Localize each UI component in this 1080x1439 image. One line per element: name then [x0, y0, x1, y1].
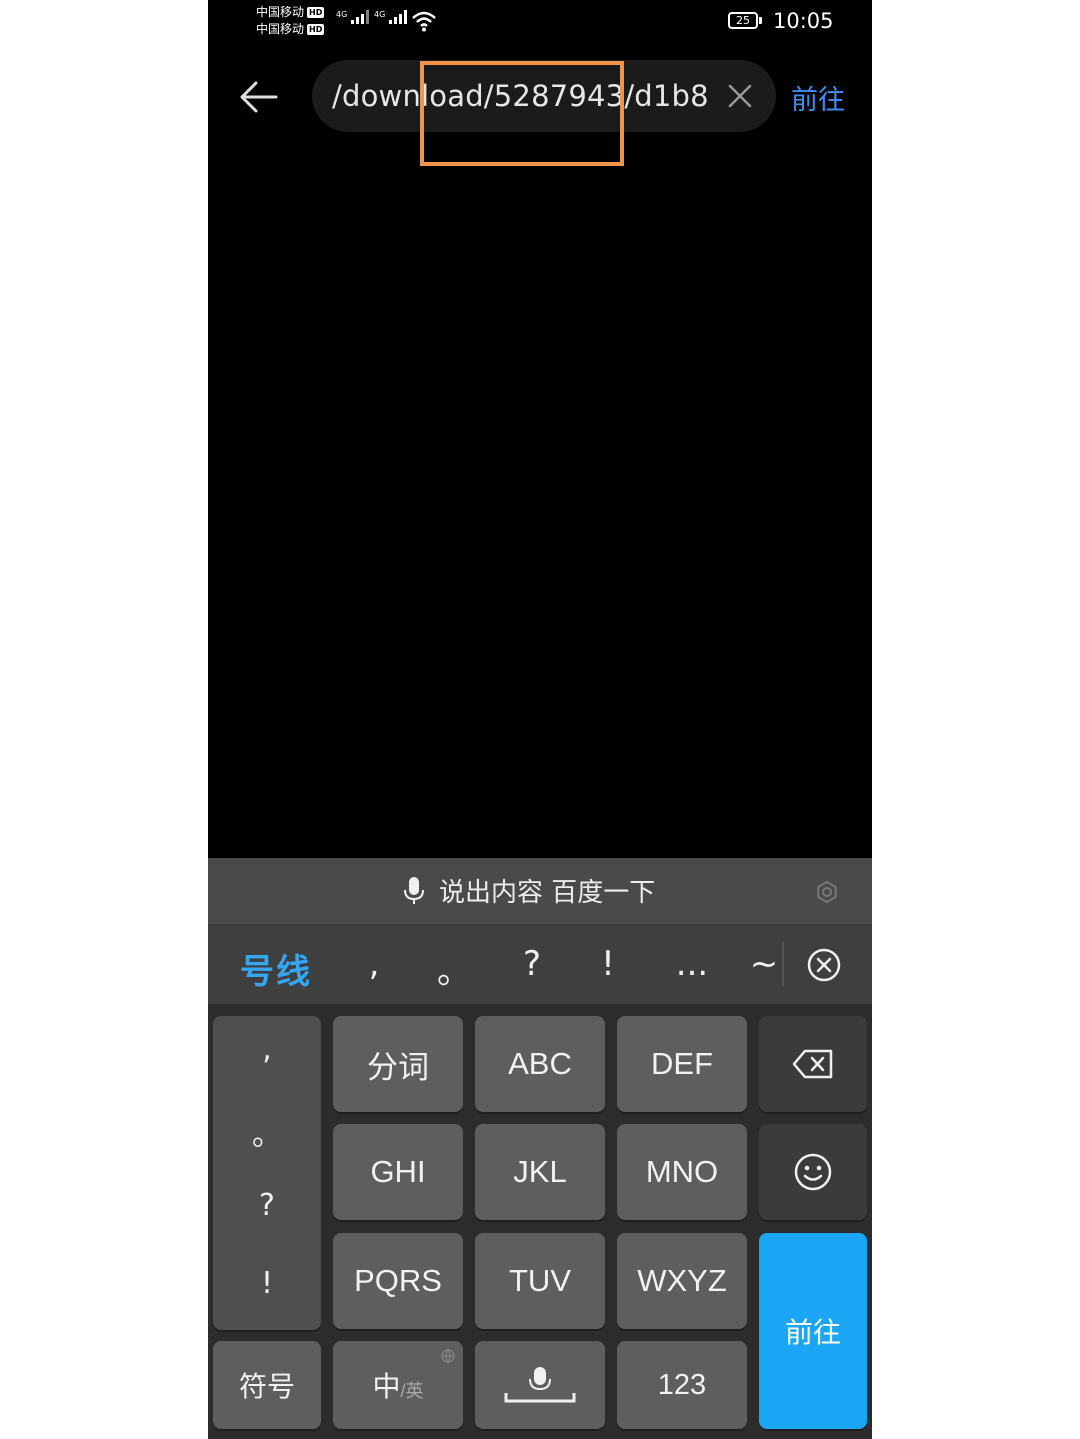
- signal-icon: 4G: [374, 10, 408, 24]
- gear-icon[interactable]: [815, 880, 839, 904]
- clock: 10:05: [773, 9, 834, 33]
- hd-badge: HD: [307, 7, 325, 18]
- candidate-bar: 号线 , 。 ? ! ... ~: [208, 926, 872, 1004]
- microphone-space-icon: [504, 1367, 576, 1403]
- globe-icon: [441, 1349, 455, 1363]
- hd-badge: HD: [307, 24, 325, 35]
- symbol-key[interactable]: 符号: [213, 1341, 321, 1429]
- wifi-icon: [412, 11, 436, 32]
- key-def[interactable]: DEF: [617, 1016, 747, 1112]
- punctuation-column[interactable]: , 。 ? !: [213, 1016, 321, 1330]
- carrier-1: 中国移动: [256, 5, 305, 19]
- network-type: 4G: [374, 10, 386, 19]
- key-ghi[interactable]: GHI: [333, 1124, 463, 1220]
- back-arrow-icon[interactable]: [234, 72, 284, 122]
- key-area: , 。 ? ! 分词 ABC DEF GHI JKL MNO PQRS TUV …: [208, 1004, 872, 1439]
- key-wxyz[interactable]: WXYZ: [617, 1233, 747, 1329]
- space-key[interactable]: [475, 1341, 605, 1429]
- backspace-icon: [792, 1049, 833, 1079]
- go-button[interactable]: 前往: [791, 78, 845, 117]
- key-fenci[interactable]: 分词: [333, 1016, 463, 1112]
- key-tuv[interactable]: TUV: [475, 1233, 605, 1329]
- keyboard: 说出内容 百度一下 号线 , 。 ? ! ... ~ , 。 ? ! 分词 AB…: [208, 858, 872, 1439]
- phone-screen: 中国移动 HD 中国移动 HD 4G 4G 25 10:05 /download…: [208, 0, 872, 1439]
- backspace-button[interactable]: [759, 1016, 867, 1112]
- voice-prompt-text: 说出内容 百度一下: [439, 878, 656, 908]
- enter-go-button[interactable]: 前往: [759, 1233, 867, 1429]
- carrier-2: 中国移动: [256, 22, 305, 36]
- network-type: 4G: [336, 10, 348, 19]
- punct-key[interactable]: 。: [213, 1110, 321, 1154]
- close-candidates-icon[interactable]: [806, 947, 842, 983]
- lang-main: 中: [372, 1371, 401, 1402]
- voice-prompt[interactable]: 说出内容 百度一下: [403, 872, 655, 909]
- emoji-button[interactable]: [759, 1124, 867, 1220]
- battery-level: 25: [728, 12, 758, 29]
- punct-key[interactable]: !: [213, 1266, 321, 1301]
- voice-input-bar[interactable]: 说出内容 百度一下: [208, 858, 872, 926]
- candidate-punct[interactable]: ,: [354, 944, 394, 984]
- battery-icon: 25: [728, 12, 762, 29]
- carrier-info: 中国移动 HD 中国移动 HD: [256, 4, 325, 38]
- candidate-punct[interactable]: ?: [512, 944, 552, 984]
- language-switch-key[interactable]: 中 /英: [333, 1341, 463, 1429]
- candidate-punct[interactable]: ~: [744, 944, 784, 984]
- candidate-word[interactable]: 号线: [240, 944, 312, 993]
- punct-key[interactable]: ?: [213, 1188, 321, 1223]
- highlight-box: [420, 61, 624, 166]
- key-mno[interactable]: MNO: [617, 1124, 747, 1220]
- divider: [782, 942, 784, 986]
- key-jkl[interactable]: JKL: [475, 1124, 605, 1220]
- key-abc[interactable]: ABC: [475, 1016, 605, 1112]
- status-bar: 中国移动 HD 中国移动 HD 4G 4G 25 10:05: [208, 0, 872, 50]
- candidate-punct[interactable]: ...: [672, 944, 712, 984]
- lang-sub: /英: [400, 1381, 424, 1401]
- emoji-icon: [794, 1153, 832, 1191]
- microphone-icon: [404, 876, 424, 904]
- key-pqrs[interactable]: PQRS: [333, 1233, 463, 1329]
- punct-key[interactable]: ,: [213, 1032, 321, 1067]
- candidate-punct[interactable]: !: [588, 944, 628, 984]
- clear-icon[interactable]: [726, 82, 754, 110]
- signal-icon: 4G: [336, 10, 370, 24]
- candidate-punct[interactable]: 。: [434, 944, 474, 993]
- number-key[interactable]: 123: [617, 1341, 747, 1429]
